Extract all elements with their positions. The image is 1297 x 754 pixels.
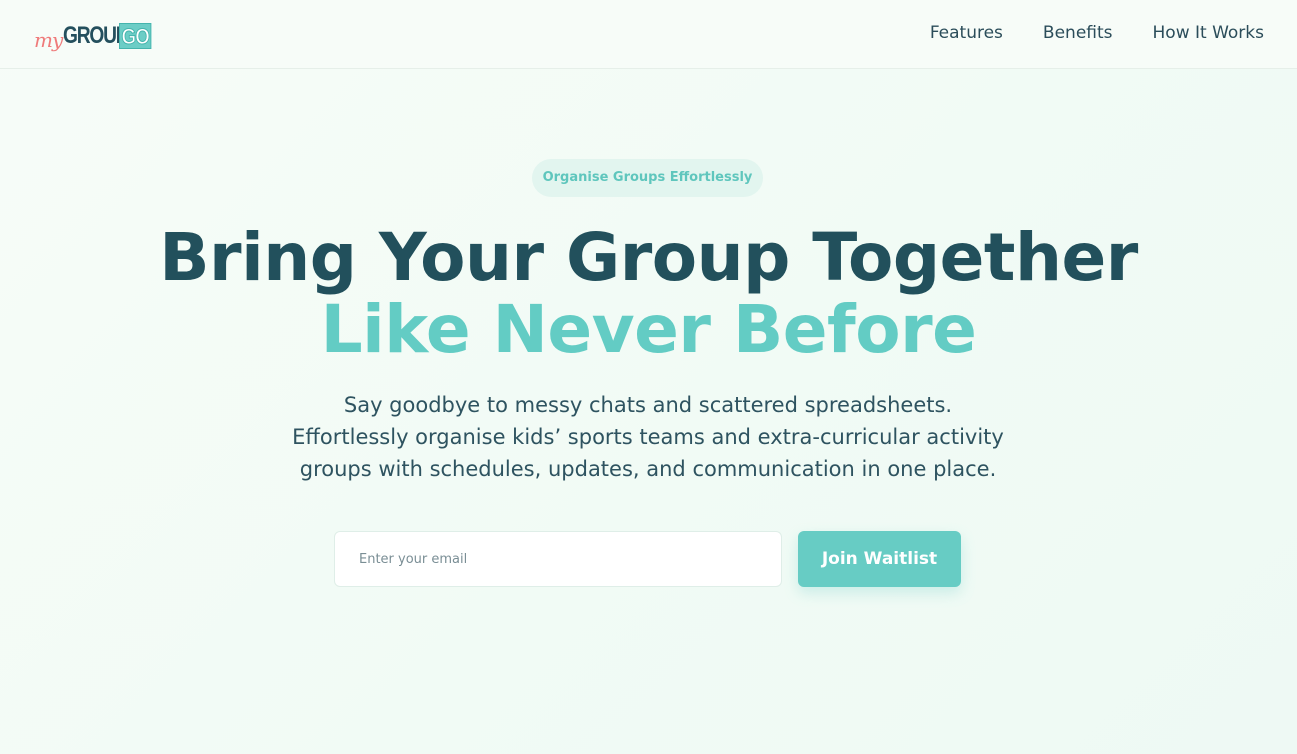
brand-logo[interactable]: my GROUP GO bbox=[34, 17, 158, 52]
logo-my-text: my bbox=[34, 28, 63, 52]
subtitle-line-1: Say goodbye to messy chats and scattered… bbox=[343, 393, 953, 417]
subtitle-line-2: Effortlessly organise kids’ sports teams… bbox=[292, 425, 1004, 449]
hero-subtitle: Say goodbye to messy chats and scattered… bbox=[248, 389, 1048, 485]
email-input[interactable] bbox=[334, 531, 782, 587]
nav-link-features[interactable]: Features bbox=[930, 21, 1003, 45]
logo-group-text: GROUP bbox=[63, 22, 129, 49]
headline-line-2: Like Never Before bbox=[320, 291, 977, 368]
logo-go-text: GO bbox=[119, 23, 152, 49]
hero-headline: Bring Your Group Together Like Never Bef… bbox=[0, 222, 1297, 366]
subtitle-line-3: groups with schedules, updates, and comm… bbox=[299, 457, 997, 481]
hero-badge: Organise Groups Effortlessly bbox=[532, 159, 763, 197]
headline-line-1: Bring Your Group Together bbox=[159, 219, 1138, 296]
nav-link-benefits[interactable]: Benefits bbox=[1043, 21, 1113, 45]
main-nav: Features Benefits How It Works bbox=[930, 21, 1264, 45]
join-waitlist-button[interactable]: Join Waitlist bbox=[798, 531, 961, 587]
nav-link-how-it-works[interactable]: How It Works bbox=[1153, 21, 1264, 45]
site-header: my GROUP GO Features Benefits How It Wor… bbox=[0, 0, 1297, 69]
